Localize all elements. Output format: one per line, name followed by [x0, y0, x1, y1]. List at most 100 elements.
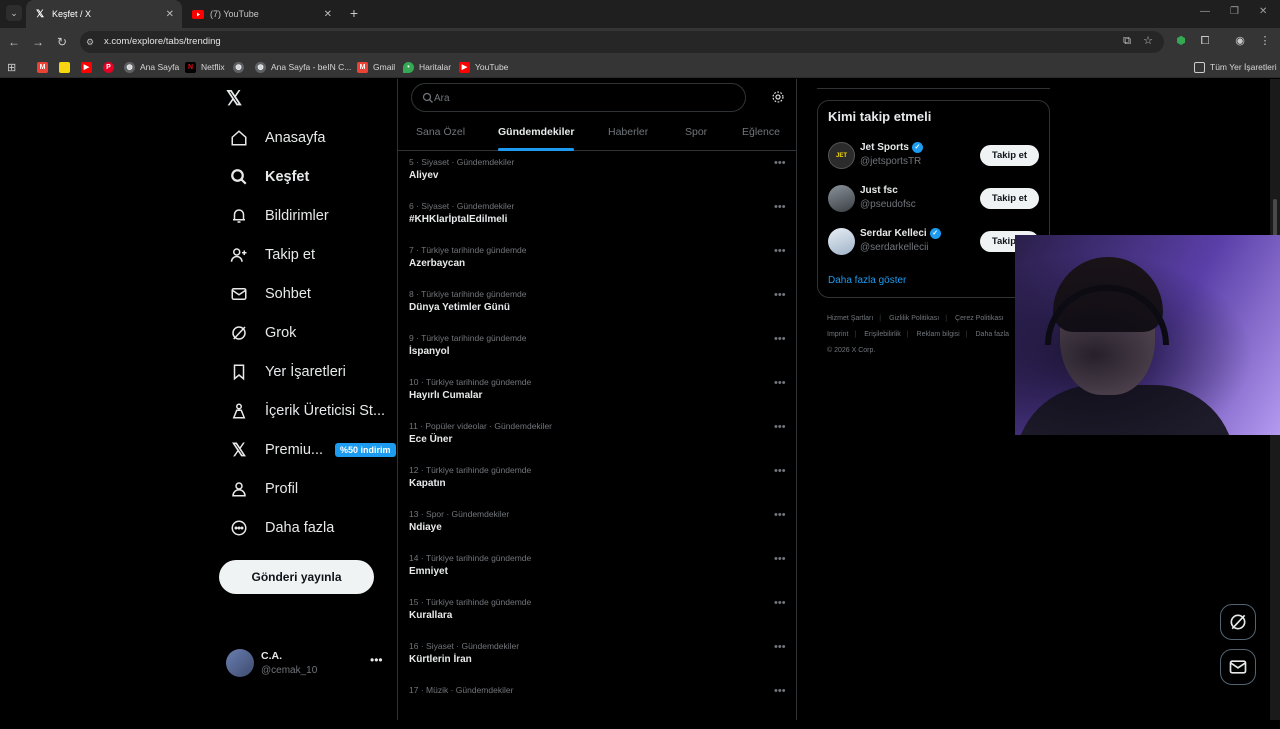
footer-link-cookies[interactable]: Çerez Politikası: [955, 315, 1004, 322]
follow-suggestion[interactable]: JET Jet Sports ✓ @jetsportsTR Takip et: [828, 141, 1043, 171]
window-close-icon[interactable]: ✕: [1259, 6, 1267, 17]
search-box[interactable]: [411, 83, 746, 112]
minimize-icon[interactable]: —: [1200, 6, 1210, 17]
tab-search-button[interactable]: ⌄: [6, 5, 22, 21]
settings-gear-icon[interactable]: [771, 90, 785, 104]
footer-link-more[interactable]: Daha fazla: [976, 331, 1009, 338]
footer-link-privacy[interactable]: Gizlilik Politikası: [889, 315, 939, 322]
trend-item[interactable]: 11 · Popüler videolar · Gündemdekiler Ece…: [398, 421, 796, 465]
forward-icon[interactable]: →: [30, 34, 46, 50]
grok-fab-button[interactable]: [1220, 604, 1256, 640]
reload-icon[interactable]: ↻: [54, 34, 70, 50]
more-dots-icon[interactable]: •••: [774, 421, 786, 433]
more-dots-icon[interactable]: •••: [774, 597, 786, 609]
follow-button[interactable]: Takip et: [980, 145, 1039, 166]
nav-premium[interactable]: 𝕏 Premiu... %50 indirim: [218, 433, 406, 467]
tab-news[interactable]: Haberler: [608, 119, 648, 151]
footer-link-accessibility[interactable]: Erişilebilirlik: [864, 331, 901, 338]
trend-item[interactable]: 16 · Siyaset · Gündemdekiler Kürtlerin İr…: [398, 641, 796, 685]
bookmark-star-icon[interactable]: ☆: [1141, 34, 1155, 48]
browser-tab-explore[interactable]: 𝕏 Keşfet / X ✕: [26, 0, 182, 28]
follow-suggestion[interactable]: Serdar Kelleci ✓ @serdarkellecii Takip et: [828, 227, 1043, 257]
trend-item[interactable]: 17 · Müzik · Gündemdekiler •••: [398, 685, 796, 729]
account-switcher[interactable]: C.A. @cemak_10 •••: [226, 649, 386, 679]
footer-link-imprint[interactable]: Imprint: [827, 331, 848, 338]
nav-more[interactable]: Daha fazla: [218, 511, 344, 545]
more-dots-icon[interactable]: •••: [774, 377, 786, 389]
trend-item[interactable]: 14 · Türkiye tarihinde gündemde Emniyet ••…: [398, 553, 796, 597]
more-dots-icon[interactable]: •••: [774, 509, 786, 521]
footer-link-terms[interactable]: Hizmet Şartları: [827, 315, 873, 322]
bookmark-youtube-2[interactable]: ▶ YouTube: [459, 60, 508, 74]
nav-creator-studio[interactable]: İçerik Üreticisi St...: [218, 394, 395, 428]
trend-item[interactable]: 9 · Türkiye tarihinde gündemde İspanyol ••…: [398, 333, 796, 377]
footer-link-ads-info[interactable]: Reklam bilgisi: [917, 331, 960, 338]
nav-notifications[interactable]: Bildirimler: [218, 199, 339, 233]
trend-item[interactable]: 6 · Siyaset · Gündemdekiler #KHKlarİptalE…: [398, 201, 796, 245]
grok-icon: [228, 322, 250, 344]
shield-extension-icon[interactable]: ⬢: [1174, 34, 1188, 48]
nav-home[interactable]: Anasayfa: [218, 121, 335, 155]
tab-sports[interactable]: Spor: [685, 119, 707, 151]
bookmark-netflix[interactable]: N Netflix: [185, 60, 225, 74]
bookmark-youtube[interactable]: ▶: [81, 60, 97, 74]
trend-item[interactable]: 15 · Türkiye tarihinde gündemde Kurallara…: [398, 597, 796, 641]
trend-item[interactable]: 12 · Türkiye tarihinde gündemde Kapatın ••…: [398, 465, 796, 509]
tab-for-you[interactable]: Sana Özel: [416, 119, 465, 151]
trend-title: Ndiaye: [409, 522, 442, 533]
bookmark-maps[interactable]: • Haritalar: [403, 60, 451, 74]
trend-item[interactable]: 5 · Siyaset · Gündemdekiler Aliyev •••: [398, 157, 796, 201]
close-tab-icon[interactable]: ✕: [324, 9, 332, 20]
bookmark-ana-sayfa[interactable]: ◍ Ana Sayfa: [124, 60, 179, 74]
bookmark-gmail-2[interactable]: M Gmail: [357, 60, 395, 74]
more-dots-icon[interactable]: •••: [774, 201, 786, 213]
nav-bookmarks[interactable]: Yer İşaretleri: [218, 355, 356, 389]
more-dots-icon[interactable]: •••: [774, 289, 786, 301]
follow-suggestion[interactable]: Just fsc @pseudofsc Takip et: [828, 184, 1043, 214]
browser-menu-icon[interactable]: ⋮: [1258, 34, 1272, 48]
messages-fab-button[interactable]: [1220, 649, 1256, 685]
apps-grid-icon[interactable]: ⊞: [7, 60, 16, 74]
trend-item[interactable]: 10 · Türkiye tarihinde gündemde Hayırlı C…: [398, 377, 796, 421]
site-info-icon[interactable]: ⚙: [86, 36, 98, 48]
more-dots-icon[interactable]: •••: [774, 685, 786, 697]
extensions-icon[interactable]: ⧠: [1198, 34, 1212, 48]
trend-item[interactable]: 13 · Spor · Gündemdekiler Ndiaye •••: [398, 509, 796, 553]
nav-grok[interactable]: Grok: [218, 316, 306, 350]
follow-button[interactable]: Takip et: [980, 188, 1039, 209]
trend-item[interactable]: 7 · Türkiye tarihinde gündemde Azerbaycan…: [398, 245, 796, 289]
more-dots-icon[interactable]: •••: [370, 653, 383, 667]
profile-avatar-icon[interactable]: ◉: [1233, 34, 1247, 48]
more-dots-icon[interactable]: •••: [774, 157, 786, 169]
x-logo-icon[interactable]: 𝕏: [226, 89, 246, 109]
trend-item[interactable]: 8 · Türkiye tarihinde gündemde Dünya Yeti…: [398, 289, 796, 333]
bookmark-globe[interactable]: ◍: [233, 60, 249, 74]
bookmark-gmail[interactable]: M: [37, 60, 53, 74]
browser-tab-youtube[interactable]: (7) YouTube ✕: [184, 0, 340, 28]
tab-trending[interactable]: Gündemdekiler: [498, 119, 575, 151]
new-tab-button[interactable]: +: [346, 5, 362, 21]
address-bar[interactable]: ⚙ x.com/explore/tabs/trending: [80, 31, 1164, 53]
restore-icon[interactable]: ❐: [1230, 6, 1239, 17]
more-dots-icon[interactable]: •••: [774, 641, 786, 653]
bookmark-yellow[interactable]: ⚡: [59, 60, 75, 74]
post-button[interactable]: Gönderi yayınla: [219, 560, 374, 594]
nav-follow[interactable]: Takip et: [218, 238, 325, 272]
cast-icon[interactable]: ⧉: [1120, 34, 1134, 48]
trend-category: Popüler videolar · Gündemdekiler: [425, 421, 553, 431]
show-more-link[interactable]: Daha fazla göster: [828, 275, 906, 286]
nav-profile[interactable]: Profil: [218, 472, 308, 506]
more-dots-icon[interactable]: •••: [774, 465, 786, 477]
bookmark-bein[interactable]: ◍ Ana Sayfa - beIN C...: [255, 60, 351, 74]
more-dots-icon[interactable]: •••: [774, 333, 786, 345]
more-dots-icon[interactable]: •••: [774, 553, 786, 565]
nav-chat[interactable]: Sohbet: [218, 277, 321, 311]
back-icon[interactable]: ←: [6, 34, 22, 50]
tab-entertainment[interactable]: Eğlence: [742, 119, 780, 151]
all-bookmarks-folder[interactable]: Tüm Yer İşaretleri: [1194, 60, 1277, 74]
nav-explore[interactable]: Keşfet: [218, 160, 319, 194]
close-tab-icon[interactable]: ✕: [166, 9, 174, 20]
more-dots-icon[interactable]: •••: [774, 245, 786, 257]
search-input[interactable]: [434, 90, 734, 106]
bookmark-pinterest[interactable]: P: [103, 60, 119, 74]
